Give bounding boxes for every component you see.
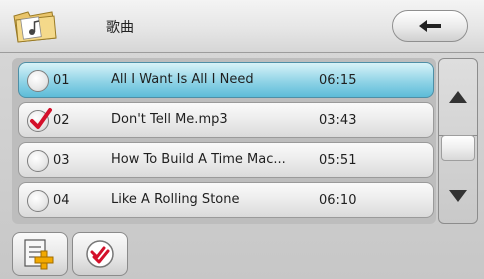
song-duration: 05:51 [319,153,357,168]
folder-music-icon[interactable] [12,8,58,44]
triangle-down-icon [449,190,467,202]
song-name: How To Build A Time Mac... [111,152,286,167]
song-name: All I Want Is All I Need [111,72,254,87]
song-row-01[interactable]: 01 All I Want Is All I Need 06:15 [18,62,434,98]
back-button[interactable] [392,10,468,42]
song-number: 03 [53,153,70,168]
row-radio[interactable] [27,70,49,92]
triangle-up-icon [449,91,467,103]
select-all-check-icon [86,240,114,268]
song-row-04[interactable]: 04 Like A Rolling Stone 06:10 [18,182,434,218]
row-radio[interactable] [27,190,49,212]
song-list: 01 All I Want Is All I Need 06:15 02 Don… [12,58,436,224]
song-row-02[interactable]: 02 Don't Tell Me.mp3 03:43 [18,102,434,138]
checkmark-icon [30,108,52,129]
song-row-03[interactable]: 03 How To Build A Time Mac... 05:51 [18,142,434,178]
scrollbar[interactable] [438,58,478,224]
song-duration: 06:10 [319,193,357,208]
song-number: 02 [53,113,70,128]
select-all-button[interactable] [72,232,128,276]
bottom-toolbar [0,230,484,279]
row-radio[interactable] [27,150,49,172]
song-number: 01 [53,73,70,88]
song-name: Like A Rolling Stone [111,192,240,207]
scroll-up-button[interactable] [439,59,477,136]
song-name: Don't Tell Me.mp3 [111,112,228,127]
add-playlist-icon [24,239,54,270]
song-number: 04 [53,193,70,208]
page-title: 歌曲 [106,20,134,36]
song-duration: 03:43 [319,113,357,128]
add-to-playlist-button[interactable] [12,232,68,276]
song-duration: 06:15 [319,73,357,88]
back-arrow-icon [419,20,441,32]
scroll-thumb[interactable] [441,135,475,161]
header-bar: 歌曲 [0,0,484,53]
scroll-down-button[interactable] [439,169,477,223]
